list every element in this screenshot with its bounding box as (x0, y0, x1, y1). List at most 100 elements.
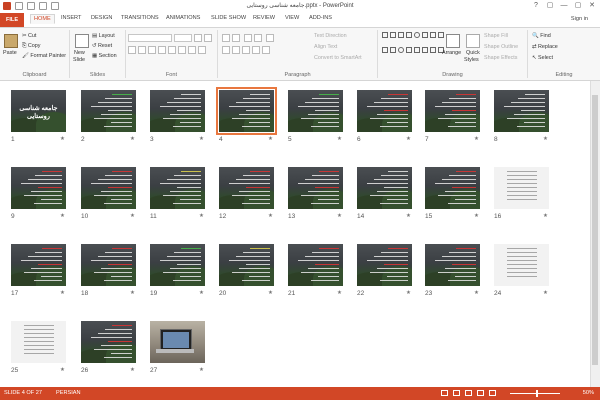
align-text-button[interactable]: Align Text (314, 44, 337, 50)
zoom-slider[interactable] (510, 393, 560, 394)
notes-view-icon[interactable] (441, 390, 448, 396)
bold-icon[interactable] (128, 46, 136, 54)
transition-star-icon[interactable]: ★ (199, 136, 204, 142)
arrange-icon[interactable] (446, 34, 460, 48)
font-size-input[interactable] (174, 34, 192, 42)
oval-shape-icon[interactable] (414, 32, 420, 38)
slide-thumbnail[interactable] (288, 90, 343, 132)
slide-thumbnail[interactable] (216, 87, 277, 135)
slide-thumbnail[interactable] (494, 244, 549, 286)
shape-fill-button[interactable]: Shape Fill (484, 33, 508, 39)
slide-thumbnail[interactable] (11, 167, 66, 209)
align-center-icon[interactable] (232, 46, 240, 54)
help-icon[interactable]: ? (530, 1, 542, 11)
font-color-icon[interactable] (198, 46, 206, 54)
slide-thumbnail[interactable] (81, 90, 136, 132)
tab-design[interactable]: DESIGN (91, 15, 112, 21)
transition-star-icon[interactable]: ★ (199, 290, 204, 296)
format-painter-button[interactable]: 🖌 Format Painter (22, 53, 66, 59)
copy-button[interactable]: ⎘ Copy (22, 43, 40, 50)
increase-indent-icon[interactable] (254, 34, 262, 42)
reading-view-icon[interactable] (477, 390, 484, 396)
zoom-level[interactable]: 50% (583, 390, 594, 396)
tab-view[interactable]: VIEW (285, 15, 299, 21)
slide-thumbnail[interactable]: جامعه شناسی روستایی (11, 90, 66, 132)
transition-star-icon[interactable]: ★ (406, 213, 411, 219)
slide-thumbnail[interactable] (219, 244, 274, 286)
transition-star-icon[interactable]: ★ (337, 213, 342, 219)
slideshow-view-icon[interactable] (489, 390, 496, 396)
tab-review[interactable]: REVIEW (253, 15, 275, 21)
char-spacing-icon[interactable] (178, 46, 186, 54)
shape-outline-button[interactable]: Shape Outline (484, 44, 518, 50)
transition-star-icon[interactable]: ★ (199, 367, 204, 373)
select-button[interactable]: ↖ Select (532, 55, 553, 61)
transition-star-icon[interactable]: ★ (60, 367, 65, 373)
rectangle-shape-icon[interactable] (422, 32, 428, 38)
arrange-button[interactable]: Arrange (442, 50, 461, 56)
decrease-indent-icon[interactable] (244, 34, 252, 42)
slide-thumbnail[interactable] (150, 90, 205, 132)
transition-star-icon[interactable]: ★ (337, 136, 342, 142)
slide-thumbnail[interactable] (357, 167, 412, 209)
slide-thumbnail[interactable] (494, 167, 549, 209)
change-case-icon[interactable] (188, 46, 196, 54)
reset-button[interactable]: ↺ Reset (92, 43, 112, 49)
zoom-slider-knob[interactable] (536, 390, 538, 397)
brace-shape-icon[interactable] (414, 46, 420, 53)
slide-thumbnail[interactable] (11, 244, 66, 286)
slide-thumbnail[interactable] (494, 90, 549, 132)
brace-shape-icon[interactable] (422, 46, 428, 53)
new-slide-button[interactable]: New (74, 50, 85, 56)
transition-star-icon[interactable]: ★ (268, 213, 273, 219)
transition-star-icon[interactable]: ★ (474, 136, 479, 142)
convert-to-smartart-button[interactable]: Convert to SmartArt (314, 55, 362, 61)
find-button[interactable]: 🔍 Find (532, 33, 551, 39)
paste-icon[interactable] (4, 34, 18, 48)
slide-thumbnail[interactable] (150, 321, 205, 363)
shapes-gallery[interactable] (382, 32, 444, 60)
layout-button[interactable]: ▤ Layout (92, 33, 115, 39)
rectangle-shape-icon[interactable] (382, 32, 388, 38)
rectangle-shape-icon[interactable] (390, 32, 396, 38)
transition-star-icon[interactable]: ★ (406, 290, 411, 296)
font-name-input[interactable] (128, 34, 172, 42)
shadow-icon[interactable] (158, 46, 166, 54)
tab-insert[interactable]: INSERT (61, 15, 81, 21)
strikethrough-icon[interactable] (168, 46, 176, 54)
maximize-button[interactable]: ▢ (572, 1, 584, 11)
slide-thumbnail[interactable] (81, 167, 136, 209)
replace-button[interactable]: ⇄ Replace (532, 44, 558, 50)
rectangle-shape-icon[interactable] (406, 46, 412, 53)
quick-styles-button[interactable]: Quick (466, 50, 480, 56)
slide-thumbnail[interactable] (81, 321, 136, 363)
line-spacing-icon[interactable] (266, 34, 274, 42)
star-shape-icon[interactable] (430, 46, 436, 53)
slide-thumbnail[interactable] (357, 244, 412, 286)
numbering-icon[interactable] (232, 34, 240, 42)
ribbon-display-icon[interactable]: ▢ (544, 1, 556, 11)
minimize-button[interactable]: — (558, 1, 570, 11)
grow-font-icon[interactable] (194, 34, 202, 42)
justify-icon[interactable] (252, 46, 260, 54)
slide-thumbnail[interactable] (288, 167, 343, 209)
scrollbar-thumb[interactable] (592, 95, 598, 365)
language-status[interactable]: PERSIAN (56, 390, 81, 396)
slide-thumbnail[interactable] (219, 167, 274, 209)
slide-thumbnail[interactable] (11, 321, 66, 363)
close-button[interactable]: ✕ (586, 1, 598, 11)
align-left-icon[interactable] (222, 46, 230, 54)
transition-star-icon[interactable]: ★ (474, 290, 479, 296)
transition-star-icon[interactable]: ★ (130, 213, 135, 219)
tab-animations[interactable]: ANIMATIONS (166, 15, 200, 21)
shrink-font-icon[interactable] (204, 34, 212, 42)
transition-star-icon[interactable]: ★ (130, 136, 135, 142)
slide-thumbnail[interactable] (150, 244, 205, 286)
slide-thumbnail[interactable] (150, 167, 205, 209)
slide-thumbnail[interactable] (357, 90, 412, 132)
transition-star-icon[interactable]: ★ (60, 290, 65, 296)
slide-thumbnail[interactable] (81, 244, 136, 286)
transition-star-icon[interactable]: ★ (268, 290, 273, 296)
underline-icon[interactable] (148, 46, 156, 54)
line-shape-icon[interactable] (406, 32, 412, 38)
